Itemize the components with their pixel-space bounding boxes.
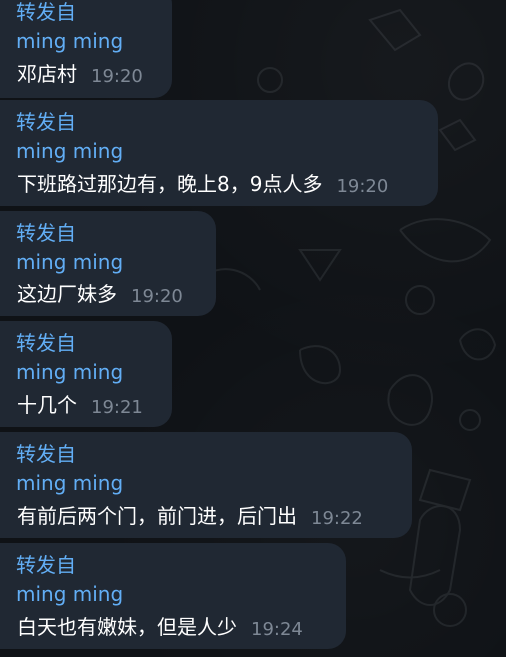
message-bubble[interactable]: 转发自 ming ming 这边厂妹多 19:20 xyxy=(0,211,216,316)
message-text: 这边厂妹多 xyxy=(17,282,117,306)
message-text: 邓店村 xyxy=(17,62,77,86)
message-bubble[interactable]: 转发自 ming ming 下班路过那边有，晚上8，9点人多 19:20 xyxy=(0,100,438,206)
forwarded-from-label: 转发自 xyxy=(16,0,76,24)
message-text: 十几个 xyxy=(17,393,77,417)
message-text-row: 下班路过那边有，晚上8，9点人多 19:20 xyxy=(17,172,388,199)
message-bubble[interactable]: 转发自 ming ming 十几个 19:21 xyxy=(0,321,172,427)
message-text-row: 邓店村 19:20 xyxy=(17,62,143,89)
forwarded-sender-name[interactable]: ming ming xyxy=(16,471,123,495)
forwarded-from-label: 转发自 xyxy=(16,110,76,134)
message-time: 19:20 xyxy=(131,286,183,307)
forwarded-from-label: 转发自 xyxy=(16,553,76,577)
message-text-row: 这边厂妹多 19:20 xyxy=(17,282,183,309)
message-time: 19:20 xyxy=(91,66,143,87)
message-time: 19:21 xyxy=(91,397,143,418)
forwarded-sender-name[interactable]: ming ming xyxy=(16,582,123,606)
forwarded-sender-name[interactable]: ming ming xyxy=(16,360,123,384)
message-text-row: 十几个 19:21 xyxy=(17,393,143,420)
message-bubble[interactable]: 转发自 ming ming 邓店村 19:20 xyxy=(0,0,172,98)
message-text: 下班路过那边有，晚上8，9点人多 xyxy=(17,172,323,196)
message-text-row: 有前后两个门，前门进，后门出 19:22 xyxy=(17,504,363,531)
forwarded-from-label: 转发自 xyxy=(16,331,76,355)
forwarded-sender-name[interactable]: ming ming xyxy=(16,29,123,53)
message-time: 19:24 xyxy=(251,619,303,640)
message-time: 19:22 xyxy=(311,508,363,529)
forwarded-sender-name[interactable]: ming ming xyxy=(16,250,123,274)
message-time: 19:20 xyxy=(336,176,389,197)
forwarded-from-label: 转发自 xyxy=(16,221,76,245)
message-text-row: 白天也有嫩妹，但是人少 19:24 xyxy=(17,615,303,642)
forwarded-from-label: 转发自 xyxy=(16,442,76,466)
forwarded-sender-name[interactable]: ming ming xyxy=(16,139,123,163)
message-text: 白天也有嫩妹，但是人少 xyxy=(17,615,237,639)
message-bubble[interactable]: 转发自 ming ming 有前后两个门，前门进，后门出 19:22 xyxy=(0,432,412,538)
message-text: 有前后两个门，前门进，后门出 xyxy=(17,504,297,528)
message-bubble[interactable]: 转发自 ming ming 白天也有嫩妹，但是人少 19:24 xyxy=(0,543,346,649)
